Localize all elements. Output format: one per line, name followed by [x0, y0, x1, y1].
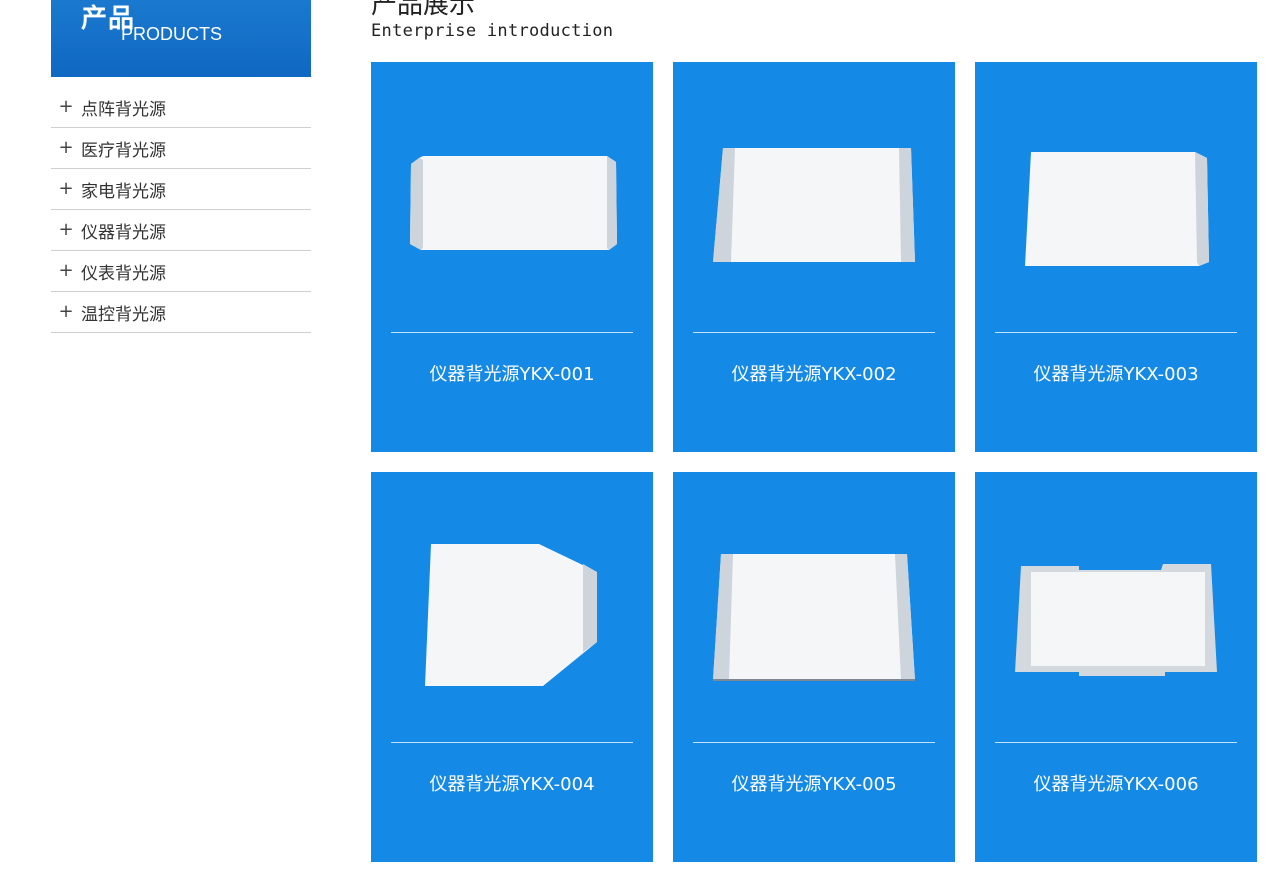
product-name: 仪器背光源YKX-006: [1033, 774, 1199, 795]
plus-icon: +: [58, 137, 74, 158]
sidebar-item-dot-matrix[interactable]: + 点阵背光源: [51, 87, 311, 128]
product-image: [371, 62, 653, 332]
product-card[interactable]: 仪器背光源YKX-004: [371, 472, 653, 862]
product-name: 仪器背光源YKX-002: [731, 364, 897, 385]
card-divider: [693, 332, 935, 333]
sidebar-title-en: PRODUCTS: [121, 24, 223, 44]
card-divider: [693, 742, 935, 743]
page-title: 产品展示: [371, 0, 476, 20]
sidebar-item-medical[interactable]: + 医疗背光源: [51, 128, 311, 169]
sidebar-item-instrument[interactable]: + 仪器背光源: [51, 210, 311, 251]
product-image: [975, 472, 1257, 742]
sidebar-item-appliance[interactable]: + 家电背光源: [51, 169, 311, 210]
category-list: + 点阵背光源 + 医疗背光源 + 家电背光源 + 仪器背光源 + 仪表背光源 …: [51, 87, 311, 333]
card-divider: [995, 742, 1237, 743]
product-image: [673, 62, 955, 332]
product-card[interactable]: 仪器背光源YKX-005: [673, 472, 955, 862]
plus-icon: +: [58, 178, 74, 199]
plus-icon: +: [58, 219, 74, 240]
sidebar-item-label: 医疗背光源: [81, 140, 166, 161]
plus-icon: +: [58, 301, 74, 322]
sidebar-item-label: 点阵背光源: [81, 99, 166, 120]
product-card[interactable]: 仪器背光源YKX-002: [673, 62, 955, 452]
product-card[interactable]: 仪器背光源YKX-001: [371, 62, 653, 452]
sidebar-item-label: 仪器背光源: [81, 222, 166, 243]
sidebar-item-meter[interactable]: + 仪表背光源: [51, 251, 311, 292]
product-image: [975, 62, 1257, 332]
product-name: 仪器背光源YKX-004: [429, 774, 595, 795]
product-card[interactable]: 仪器背光源YKX-003: [975, 62, 1257, 452]
card-divider: [391, 332, 633, 333]
sidebar-item-thermostat[interactable]: + 温控背光源: [51, 292, 311, 333]
sidebar-header: 产品 PRODUCTS: [51, 0, 311, 77]
product-image: [673, 472, 955, 742]
card-divider: [995, 332, 1237, 333]
product-name: 仪器背光源YKX-005: [731, 774, 897, 795]
product-name: 仪器背光源YKX-001: [429, 364, 595, 385]
plus-icon: +: [58, 260, 74, 281]
sidebar-item-label: 家电背光源: [81, 181, 166, 202]
sidebar-item-label: 仪表背光源: [81, 263, 166, 284]
page-subtitle: Enterprise introduction: [371, 21, 614, 41]
card-divider: [391, 742, 633, 743]
plus-icon: +: [58, 96, 74, 117]
product-image: [371, 472, 653, 742]
product-card[interactable]: 仪器背光源YKX-006: [975, 472, 1257, 862]
product-name: 仪器背光源YKX-003: [1033, 364, 1199, 385]
sidebar-item-label: 温控背光源: [81, 304, 166, 325]
